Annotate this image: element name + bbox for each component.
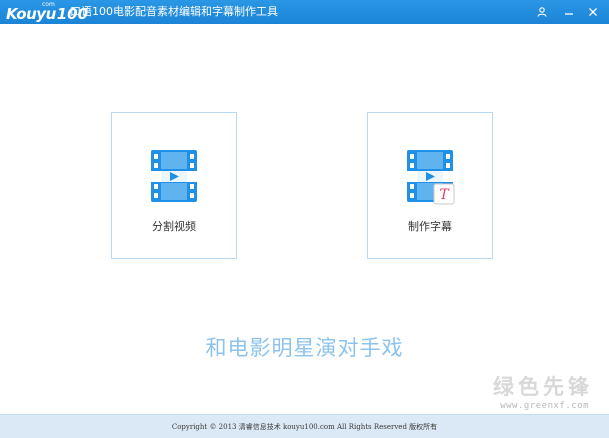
footer-bar: Copyright © 2013 清睿信息技术 kouyu100.com All… [0, 414, 609, 438]
watermark-url: www.greenxf.com [500, 401, 589, 411]
slogan-text: 和电影明星演对手戏 [205, 336, 404, 360]
minimize-button[interactable] [560, 3, 578, 21]
film-icon [148, 150, 200, 202]
close-icon [589, 8, 597, 16]
split-video-card[interactable]: 分割视频 [111, 112, 237, 259]
kouyu100-logo: Kouyu 100 com [6, 1, 88, 23]
split-video-label: 分割视频 [152, 220, 196, 233]
logo-com: com [42, 1, 55, 8]
greenxf-watermark: 绿色先锋 www.greenxf.com [453, 374, 593, 414]
user-icon [537, 7, 547, 17]
title-bar: Kouyu 100 com 口语100电影配音素材编辑和字幕制作工具 [0, 0, 609, 24]
window-title: 口语100电影配音素材编辑和字幕制作工具 [70, 5, 278, 18]
film-subtitle-icon: T [404, 150, 456, 205]
make-subtitle-label: 制作字幕 [408, 220, 452, 233]
user-button[interactable] [533, 3, 551, 21]
watermark-text: 绿色先锋 [493, 375, 593, 399]
copyright-text: Copyright © 2013 清睿信息技术 kouyu100.com All… [171, 422, 438, 431]
close-button[interactable] [584, 3, 602, 21]
make-subtitle-card[interactable]: T 制作字幕 [367, 112, 493, 259]
minimize-icon [565, 13, 573, 15]
